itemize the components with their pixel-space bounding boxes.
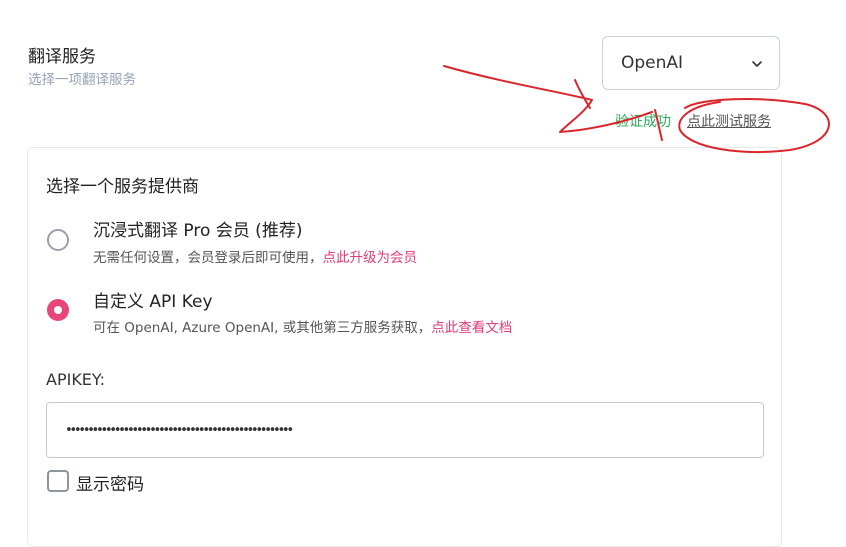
option-custom-api-key-desc-text: 可在 OpenAI, Azure OpenAI, 或其他第三方服务获取， (93, 320, 432, 336)
apikey-label: APIKEY: (46, 370, 105, 389)
verify-success-status: 验证成功 (615, 114, 671, 130)
upgrade-member-link[interactable]: 点此升级为会员 (323, 250, 418, 266)
option-pro-member-desc-text: 无需任何设置，会员登录后即可使用， (93, 250, 323, 266)
translation-service-select[interactable]: OpenAI (602, 36, 780, 90)
view-docs-link[interactable]: 点此查看文档 (431, 320, 512, 336)
page-title: 翻译服务 (28, 47, 96, 67)
page-subtitle: 选择一项翻译服务 (28, 72, 136, 88)
option-custom-api-key-label[interactable]: 自定义 API Key (93, 287, 213, 312)
show-password-checkbox[interactable] (47, 470, 69, 492)
show-password-label[interactable]: 显示密码 (76, 470, 144, 495)
option-pro-member-desc: 无需任何设置，会员登录后即可使用，点此升级为会员 (93, 246, 417, 266)
test-service-link[interactable]: 点此测试服务 (687, 111, 771, 131)
radio-pro-member[interactable] (47, 229, 69, 251)
apikey-input[interactable] (46, 402, 764, 458)
provider-section-title: 选择一个服务提供商 (46, 177, 199, 197)
selected-service: OpenAI (621, 53, 684, 73)
option-pro-member-label[interactable]: 沉浸式翻译 Pro 会员 (推荐) (93, 216, 302, 241)
chevron-down-icon (751, 55, 763, 75)
radio-custom-api-key[interactable] (47, 299, 69, 321)
option-custom-api-key-desc: 可在 OpenAI, Azure OpenAI, 或其他第三方服务获取，点此查看… (93, 316, 512, 336)
